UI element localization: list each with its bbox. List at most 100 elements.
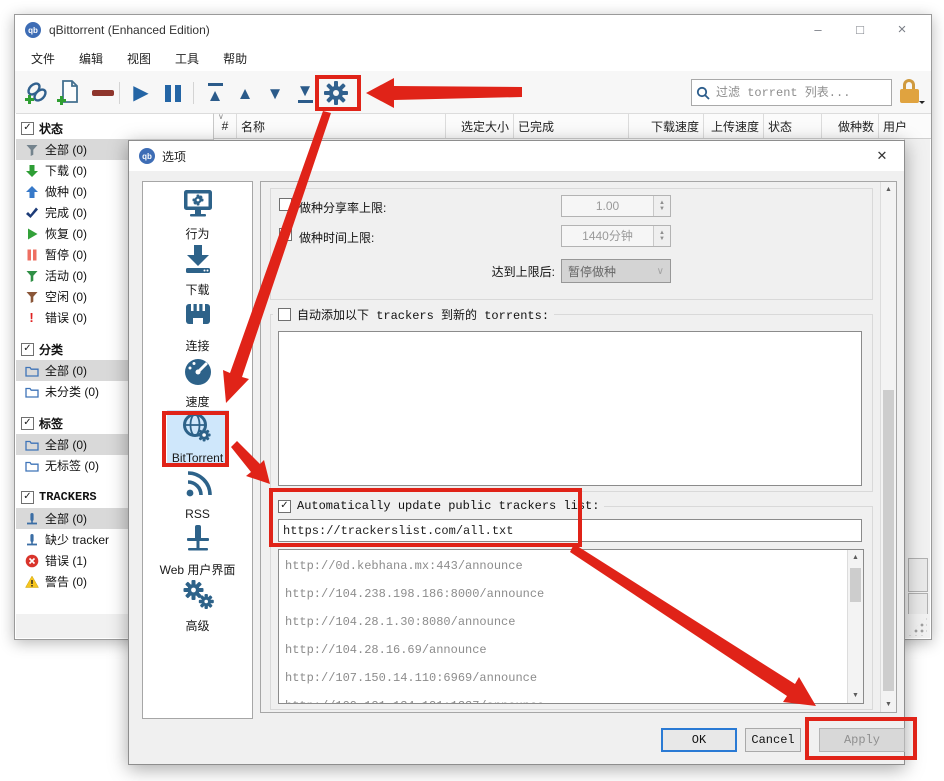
file-add-icon — [55, 79, 83, 107]
move-top-button[interactable]: ▲ — [201, 79, 229, 107]
bottom-bar-icon — [298, 100, 313, 103]
column-done[interactable]: 已完成 — [514, 114, 629, 138]
add-trackers-checkbox[interactable] — [278, 308, 291, 321]
qbittorrent-logo: qb — [139, 148, 155, 164]
dialog-close-button[interactable]: ✕ — [868, 145, 896, 167]
options-scrollbar[interactable]: ▲ ▼ — [880, 182, 896, 712]
delete-button[interactable] — [89, 79, 117, 107]
advanced-icon — [181, 578, 215, 615]
options-nav: 行为 下载 连接 速度 BitTorrent RSS — [142, 181, 253, 719]
check-icon — [24, 205, 39, 220]
categories-checkbox[interactable] — [21, 343, 34, 356]
column-name[interactable]: 名称 — [237, 114, 446, 138]
auto-update-checkbox[interactable] — [278, 500, 291, 513]
torrent-filter — [691, 79, 892, 106]
column-size[interactable]: 选定大小 — [446, 114, 514, 138]
menu-bar: 文件 编辑 视图 工具 帮助 — [19, 45, 259, 71]
close-button[interactable]: × — [881, 17, 923, 41]
options-nav-behavior[interactable]: 行为 — [143, 186, 252, 242]
auto-update-title: Automatically update public trackers lis… — [273, 498, 604, 514]
table-scrollbar[interactable] — [904, 139, 930, 614]
cancel-button[interactable]: Cancel — [745, 728, 801, 752]
search-icon — [696, 86, 710, 100]
menu-tools[interactable]: 工具 — [163, 50, 211, 67]
menu-file[interactable]: 文件 — [19, 50, 67, 67]
trackers-checkbox[interactable] — [21, 491, 34, 504]
arrow-down-icon: ▼ — [297, 82, 314, 99]
tracker-url: http://107.150.14.110:6969/announce — [279, 664, 863, 692]
seeding-limits-group: 做种分享率上限: 1.00 ▲▼ 做种时间上限: 1440分钟 ▲▼ 达到上限后… — [270, 188, 873, 300]
status-checkbox[interactable] — [21, 122, 34, 135]
arrow-up-icon: ▲ — [237, 85, 254, 102]
spinner-arrows-icon[interactable]: ▲▼ — [653, 226, 670, 246]
move-down-button[interactable]: ▼ — [261, 79, 289, 107]
resume-button[interactable]: ▶ — [127, 79, 155, 107]
folder-icon — [24, 437, 39, 452]
behavior-icon — [181, 186, 215, 223]
column-dlspeed[interactable]: 下载速度 — [629, 114, 704, 138]
add-torrent-file-button[interactable] — [55, 79, 83, 107]
ratio-limit-checkbox[interactable] — [279, 198, 292, 211]
ok-button[interactable]: OK — [661, 728, 737, 752]
screen: qb qBittorrent (Enhanced Edition) – □ × … — [0, 0, 944, 781]
options-nav-webui[interactable]: Web 用户界面 — [143, 522, 252, 578]
search-input[interactable] — [714, 85, 887, 101]
pause-button[interactable] — [159, 79, 187, 107]
spinner-arrows-icon[interactable]: ▲▼ — [653, 196, 670, 216]
chevron-down-icon: ∨ — [657, 266, 664, 277]
tracker-icon — [24, 511, 39, 526]
bittorrent-icon — [181, 412, 215, 449]
trackers-url-input[interactable] — [278, 519, 862, 542]
tags-checkbox[interactable] — [21, 417, 34, 430]
time-limit-checkbox[interactable] — [279, 228, 292, 241]
qbittorrent-logo: qb — [25, 22, 41, 38]
minus-icon — [92, 90, 114, 96]
options-nav-advanced[interactable]: 高级 — [143, 578, 252, 634]
column-status[interactable]: 状态 — [764, 114, 822, 138]
scroll-down-icon[interactable]: ▼ — [848, 688, 863, 703]
move-up-button[interactable]: ▲ — [231, 79, 259, 107]
time-limit-label: 做种时间上限: — [299, 229, 374, 246]
add-torrent-link-button[interactable] — [23, 79, 51, 107]
toolbar-separator — [193, 82, 194, 104]
trackers-list-scrollbar[interactable]: ▲ ▼ — [847, 550, 863, 703]
options-nav-downloads[interactable]: 下载 — [143, 242, 252, 298]
apply-button[interactable]: Apply — [819, 728, 905, 752]
scroll-up-icon[interactable]: ▲ — [881, 182, 896, 197]
scroll-up-icon[interactable]: ▲ — [848, 550, 863, 565]
minimize-button[interactable]: – — [797, 17, 839, 41]
link-add-icon — [23, 79, 51, 107]
connection-icon — [181, 298, 215, 335]
warning-icon — [24, 574, 39, 589]
ratio-limit-label: 做种分享率上限: — [299, 199, 386, 216]
arrow-down-icon: ▼ — [267, 85, 284, 102]
options-nav-connection[interactable]: 连接 — [143, 298, 252, 354]
options-nav-bittorrent[interactable]: BitTorrent — [167, 410, 229, 466]
tracker-url: http://109.121.134.121:1337/announce — [279, 692, 863, 704]
menu-edit[interactable]: 编辑 — [67, 50, 115, 67]
maximize-button[interactable]: □ — [839, 17, 881, 41]
options-content: 做种分享率上限: 1.00 ▲▼ 做种时间上限: 1440分钟 ▲▼ 达到上限后… — [260, 181, 897, 713]
menu-help[interactable]: 帮助 — [211, 50, 259, 67]
upload-arrow-icon — [24, 184, 39, 199]
trackers-list[interactable]: http://0d.kebhana.mx:443/announce http:/… — [278, 549, 864, 704]
options-button[interactable] — [322, 79, 350, 107]
options-nav-speed[interactable]: 速度 — [143, 354, 252, 410]
folder-icon — [24, 363, 39, 378]
scroll-down-icon[interactable]: ▼ — [881, 697, 896, 712]
column-peers[interactable]: 用户 — [879, 114, 931, 138]
column-upspeed[interactable]: 上传速度 — [704, 114, 764, 138]
window-controls: – □ × — [797, 17, 923, 41]
options-nav-rss[interactable]: RSS — [143, 466, 252, 522]
limit-action-dropdown[interactable]: 暂停做种 ∨ — [561, 259, 671, 283]
dialog-title: 选项 — [162, 148, 186, 165]
move-bottom-button[interactable]: ▼ — [291, 79, 319, 107]
play-icon — [24, 226, 39, 241]
menu-view[interactable]: 视图 — [115, 50, 163, 67]
time-limit-spinner[interactable]: 1440分钟 ▲▼ — [561, 225, 671, 247]
ratio-limit-spinner[interactable]: 1.00 ▲▼ — [561, 195, 671, 217]
column-seeds[interactable]: 做种数 — [822, 114, 879, 138]
lock-button[interactable] — [899, 79, 921, 107]
add-trackers-textarea[interactable] — [278, 331, 862, 486]
folder-icon — [24, 458, 39, 473]
